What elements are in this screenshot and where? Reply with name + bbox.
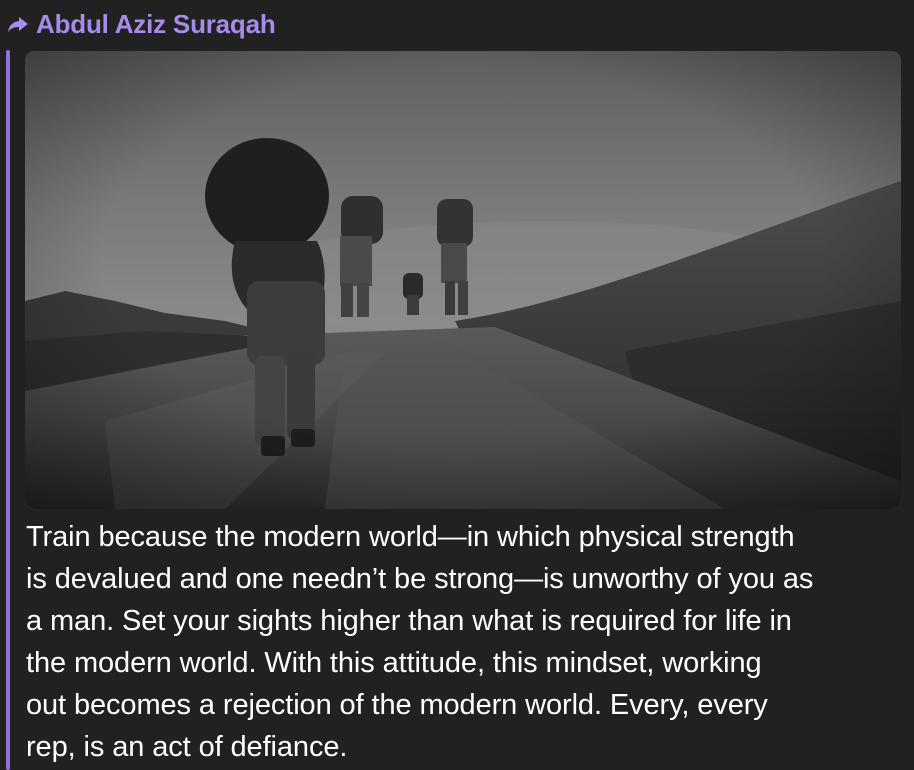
forward-header[interactable]: Abdul Aziz Suraqah bbox=[6, 6, 276, 42]
forwarded-from-name[interactable]: Abdul Aziz Suraqah bbox=[36, 9, 276, 40]
message-caption: Train because the modern world—in which … bbox=[26, 521, 814, 763]
photo-soldiers-road bbox=[25, 51, 901, 509]
forward-arrow-icon bbox=[8, 17, 28, 32]
quote-accent-bar bbox=[6, 50, 10, 770]
post-photo[interactable] bbox=[25, 51, 901, 509]
forwarded-message: Abdul Aziz Suraqah Train because the mod… bbox=[0, 0, 914, 770]
